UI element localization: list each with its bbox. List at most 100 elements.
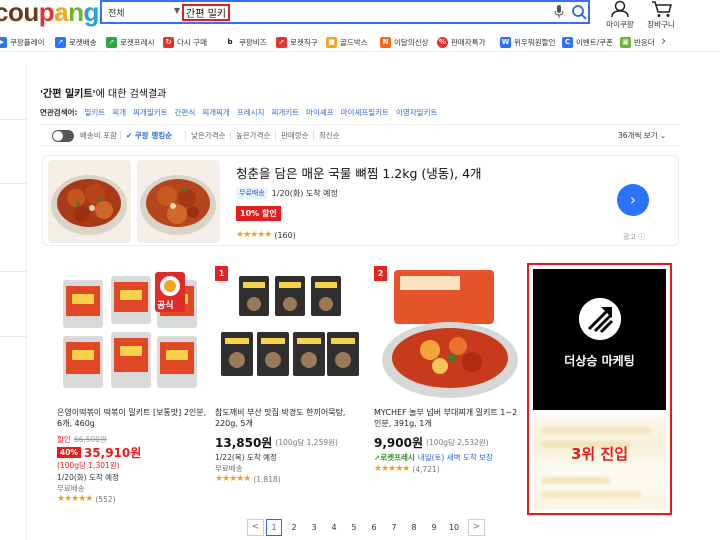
page-button[interactable]: 4 xyxy=(324,519,344,536)
page-button[interactable]: 8 xyxy=(404,519,424,536)
coupang-logo[interactable]: coupang xyxy=(0,0,99,28)
global-rocket-icon: ➚ xyxy=(276,36,287,48)
nav-coupang-biz[interactable]: b 쿠팡비즈 xyxy=(224,35,267,49)
related-link[interactable]: 찌개 xyxy=(112,107,126,118)
discount-badge: 10% 할인 xyxy=(236,206,281,221)
ad-product-title[interactable]: 청춘을 담은 매운 국물 뼈찜 1.2kg (냉동), 4개 xyxy=(236,163,482,182)
search-input[interactable] xyxy=(182,4,230,21)
unit-price: (100g당 2,532원) xyxy=(426,438,489,447)
related-link[interactable]: 마이셰프 xyxy=(306,107,334,118)
my-coupang-button[interactable]: 마이쿠팡 xyxy=(600,0,640,29)
product-name[interactable]: 은영이떡볶이 떡볶이 밀키트 [보통맛] 2인분, 6개, 460g xyxy=(57,407,207,429)
header: coupang 전체 ▼ 마이쿠팡 장바구니 xyxy=(0,0,720,30)
product-name[interactable]: 참도깨비 부산 맛집 박경도 한끼어묵탕, 220g, 5개 xyxy=(215,407,365,429)
search-icon[interactable] xyxy=(571,4,587,20)
ad-banner[interactable]: 청춘을 담은 매운 국물 뼈찜 1.2kg (냉동), 4개 무료배송 1/20… xyxy=(42,155,679,246)
chevron-down-icon: ▼ xyxy=(173,6,180,15)
star-rating-icon: ★★★★★ xyxy=(215,474,251,484)
pagination: < 1 2 3 4 5 6 7 8 9 10 > xyxy=(247,518,485,536)
biz-icon: b xyxy=(224,36,236,48)
nav-rocket-fresh[interactable]: ➚ 로켓프레시 xyxy=(106,35,155,49)
divider xyxy=(185,131,186,140)
nav-goldbox[interactable]: ■ 골드박스 xyxy=(326,35,368,49)
nav-rocket-delivery[interactable]: ➚ 로켓배송 xyxy=(55,35,97,49)
sort-high-price[interactable]: 높은가격순 xyxy=(236,130,271,141)
page-button[interactable]: 3 xyxy=(304,519,324,536)
page-button[interactable]: 10 xyxy=(444,519,464,536)
highlighted-product-slot[interactable]: 더상승 마케팅 3위 진입 xyxy=(527,263,672,515)
sort-ranking[interactable]: ✔ 쿠팡 랭킹순 xyxy=(126,130,172,141)
sidebar-divider xyxy=(0,336,27,337)
nav-gift[interactable]: ▣ 반응더 xyxy=(620,35,655,49)
product-image[interactable]: 2 xyxy=(374,266,524,404)
cart-button[interactable]: 장바구니 xyxy=(641,0,681,29)
coupon-icon: C xyxy=(562,36,573,48)
wow-icon: W xyxy=(500,36,511,48)
next-ad-button[interactable]: › xyxy=(617,184,649,216)
chevron-right-icon: › xyxy=(629,190,637,209)
nav-wow-discount[interactable]: W 위우뭐원할인 xyxy=(500,35,555,49)
nav-rebuy[interactable]: ↻ 다시 구매 xyxy=(163,35,207,49)
search-bar: 전체 ▼ xyxy=(100,0,590,24)
free-shipping-label: 배송비 포함 xyxy=(80,131,117,140)
product-name[interactable]: MYCHEF 놀부 넘버 부대찌개 밀키트 1~2인분, 391g, 1개 xyxy=(374,407,524,429)
free-shipping-toggle[interactable] xyxy=(52,130,74,142)
page-button[interactable]: 9 xyxy=(424,519,444,536)
rank-entry-text: 3위 진입 xyxy=(570,445,629,463)
divider xyxy=(230,131,231,140)
chevron-right-icon[interactable]: › xyxy=(661,34,666,49)
review-count: (160) xyxy=(274,230,296,240)
nav-new-items[interactable]: N 이달의신상 xyxy=(380,35,429,49)
rocket-fresh-info: ➚로켓프레시 내일(토) 새벽 도착 보장 xyxy=(374,452,493,463)
sidebar-divider xyxy=(0,271,27,272)
price: 13,850원 xyxy=(215,436,273,450)
category-select[interactable]: 전체 ▼ xyxy=(108,6,180,20)
arrival-info: 1/22(목) 도착 예정 xyxy=(215,453,277,462)
product-image[interactable]: 1 xyxy=(215,266,365,404)
prev-page-button[interactable]: < xyxy=(247,518,264,536)
related-link[interactable]: 마이셰프밀키트 xyxy=(341,107,389,118)
user-icon xyxy=(611,0,629,18)
category-nav: ▶ 쿠팡플레이 ➚ 로켓배송 ➚ 로켓프레시 ↻ 다시 구매 b 쿠팡비즈 ➚ 로켓직구 ■… xyxy=(0,32,720,52)
official-badge: 공식 xyxy=(157,301,174,311)
sort-low-price[interactable]: 낮은가격순 xyxy=(191,130,226,141)
related-link[interactable]: 간편식 xyxy=(175,107,196,118)
sort-sales[interactable]: 판매량순 xyxy=(281,130,309,141)
rank-badge: 1 xyxy=(215,266,228,281)
nav-coupang-play[interactable]: ▶ 쿠팡플레이 xyxy=(0,35,45,49)
ad-label[interactable]: 광고 ⓘ xyxy=(623,232,645,242)
nav-seller-deals[interactable]: % 판매자특가 xyxy=(437,35,486,49)
page-button-current[interactable]: 1 xyxy=(266,518,282,536)
related-link[interactable]: 찌개밀키트 xyxy=(133,107,168,118)
related-link[interactable]: 찌개찌개 xyxy=(202,107,230,118)
filter-sidebar xyxy=(0,64,27,540)
next-page-button[interactable]: > xyxy=(468,518,485,536)
sale-price: 35,910원 xyxy=(83,446,142,460)
price: 9,900원 xyxy=(374,436,423,450)
product-image[interactable]: 공식 xyxy=(57,266,207,404)
cart-icon xyxy=(652,1,672,17)
nav-rocket-direct[interactable]: ➚ 로켓직구 xyxy=(276,35,318,49)
gift-icon: ▣ xyxy=(620,36,631,48)
microphone-icon[interactable] xyxy=(554,5,564,19)
page-button[interactable]: 5 xyxy=(344,519,364,536)
nav-events-coupons[interactable]: C 이벤트/쿠폰 xyxy=(562,35,613,49)
ad-product-image[interactable] xyxy=(48,160,131,243)
marketing-brand-name: 더상승 마케팅 xyxy=(564,354,635,368)
unit-price: (100g당 1,301원) xyxy=(57,461,120,470)
related-link[interactable]: 프레시지 xyxy=(237,107,265,118)
view-count-select[interactable]: 36개씩 보기 ⌄ xyxy=(618,130,666,141)
percent-icon: % xyxy=(437,36,448,48)
page-button[interactable]: 2 xyxy=(284,519,304,536)
page-button[interactable]: 6 xyxy=(364,519,384,536)
review-count: (1,818) xyxy=(253,474,281,484)
related-link[interactable]: 밀키트 xyxy=(85,107,106,118)
sort-newest[interactable]: 최신순 xyxy=(319,130,340,141)
related-link[interactable]: 찌개키트 xyxy=(271,107,299,118)
review-count: (4,721) xyxy=(412,464,440,474)
related-link[interactable]: 이영자밀키트 xyxy=(396,107,437,118)
ad-product-image[interactable] xyxy=(137,160,220,243)
trend-arrow-icon xyxy=(579,298,621,340)
page-button[interactable]: 7 xyxy=(384,519,404,536)
price-row: 13,850원 (100g당 1,259원) xyxy=(215,434,338,451)
